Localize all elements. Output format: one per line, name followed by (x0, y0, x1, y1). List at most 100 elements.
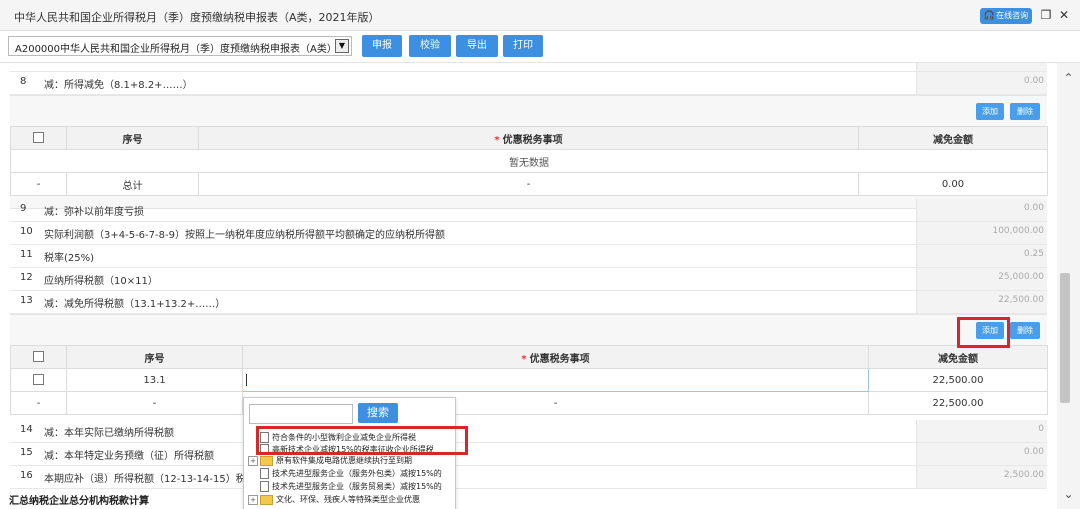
row-label: 减：减免所得税额（13.1+13.2+……） (44, 299, 226, 310)
table-row: 13.1 22,500.00 (10, 368, 1048, 392)
online-consult-label: 在线咨询 (996, 11, 1029, 20)
row-seq: 13.1 (66, 368, 243, 392)
row-checkbox[interactable] (10, 368, 67, 392)
row-value-text: 0.25 (1023, 249, 1044, 259)
tree-item-service-trade[interactable]: 技术先进型服务企业（服务贸易类）减按15%的 (248, 481, 442, 493)
search-button[interactable]: 搜索 (358, 403, 398, 423)
highlight-add-button (957, 317, 1010, 348)
row-label: 税率(25%) (44, 253, 95, 264)
row-value: 0.25 (916, 245, 1047, 267)
vertical-scrollbar[interactable]: ⌃ ⌄ (1057, 63, 1080, 509)
restore-window-icon[interactable]: ❐ (1040, 8, 1052, 22)
row-number: 8 (20, 76, 27, 87)
row-value-text: 2,500.00 (1003, 470, 1044, 480)
row-label: 减：所得减免（8.1+8.2+……） (44, 80, 193, 91)
row-value-text: 0.00 (1023, 447, 1044, 457)
header-item: * 优惠税务事项 (242, 345, 869, 369)
delete-button[interactable]: 删除 (1010, 322, 1040, 339)
total-item: - (198, 172, 859, 196)
total-mark: - (10, 391, 67, 415)
row-label: 减：本年实际已缴纳所得税额 (44, 428, 174, 439)
row-value: 0.00 (916, 199, 1047, 221)
row-label: 应纳所得税额（10×11） (44, 276, 158, 287)
row-number: 11 (20, 249, 33, 260)
tree-item-special-enterprise[interactable]: + 文化、环保、残疾人等特殊类型企业优惠 (248, 494, 420, 506)
header-amount: 减免金额 (858, 126, 1048, 150)
header-item-label: 优惠税务事项 (502, 134, 563, 146)
select-all-checkbox[interactable] (10, 345, 67, 369)
row-value-text: 0 (1038, 424, 1044, 434)
empty-row: 暂无数据 (10, 149, 1048, 173)
row-label: 实际利润额（3+4-5-6-7-8-9）按照上一纳税年度应纳税所得额平均额确定的… (44, 230, 445, 241)
row-value: 2,500.00 (916, 466, 1047, 488)
tree-item-label: 文化、环保、残疾人等特殊类型企业优惠 (276, 495, 420, 504)
form-row-12: 12 应纳所得税额（10×11） 25,000.00 (10, 268, 1047, 291)
row-number: 14 (20, 424, 33, 435)
row-label: 本期应补（退）所得税额（12-13-14-15）税务 (44, 474, 256, 485)
document-icon (260, 468, 269, 479)
form-type-select-value: A200000中华人民共和国企业所得税月（季）度预缴纳税申报表（A类） (15, 44, 337, 55)
row-8-detail-table: 序号 * 优惠税务事项 减免金额 暂无数据 - 总计 - 0.00 (10, 126, 1048, 196)
tree-item-software-ic[interactable]: + 原有软件集成电路优惠继续执行至到期 (248, 455, 412, 467)
dropdown-search-input[interactable] (249, 404, 353, 424)
row-value (916, 63, 1047, 71)
toolbar: A200000中华人民共和国企业所得税月（季）度预缴纳税申报表（A类） ▼ 申报… (0, 31, 1080, 63)
scroll-up-icon[interactable]: ⌃ (1057, 71, 1080, 85)
highlight-small-micro-item (256, 426, 468, 455)
window-title: 中华人民共和国企业所得税月（季）度预缴纳税申报表（A类，2021年版） (14, 11, 380, 24)
header-seq: 序号 (66, 126, 199, 150)
row-number: 16 (20, 470, 33, 481)
delete-button[interactable]: 删除 (1010, 103, 1040, 120)
scroll-down-icon[interactable]: ⌄ (1057, 487, 1080, 501)
document-icon (260, 481, 269, 492)
row-number: 15 (20, 447, 33, 458)
section-title: 汇总纳税企业总分机构税款计算 (9, 496, 149, 507)
row-value: 100,000.00 (916, 222, 1047, 244)
form-content: 8 减：所得减免（8.1+8.2+……） 0.00 添加 删除 序号 * 优惠税务… (0, 63, 1057, 509)
form-row-8: 8 减：所得减免（8.1+8.2+……） 0.00 (10, 72, 1047, 95)
form-type-select[interactable]: A200000中华人民共和国企业所得税月（季）度预缴纳税申报表（A类） ▼ (8, 36, 352, 56)
folder-icon (260, 494, 273, 505)
total-row: - - - 22,500.00 (10, 391, 1048, 415)
row-13-detail-table: 序号 * 优惠税务事项 减免金额 13.1 22,500.00 - - - 22,… (10, 345, 1048, 415)
form-row-13: 13 减：减免所得税额（13.1+13.2+……） 22,500.00 (10, 291, 1047, 314)
declare-button[interactable]: 申报 (362, 35, 402, 57)
tree-item-label: 原有软件集成电路优惠继续执行至到期 (276, 456, 412, 465)
add-button[interactable]: 添加 (976, 103, 1004, 120)
scrollbar-thumb[interactable] (1060, 273, 1070, 403)
header-amount: 减免金额 (868, 345, 1048, 369)
header-seq: 序号 (66, 345, 243, 369)
total-label: 总计 (66, 172, 199, 196)
total-seq: - (66, 391, 243, 415)
online-consult-button[interactable]: 🎧在线咨询 (980, 8, 1032, 24)
expand-icon[interactable]: + (248, 494, 258, 505)
form-row-10: 10 实际利润额（3+4-5-6-7-8-9）按照上一纳税年度应纳税所得额平均额… (10, 222, 1047, 245)
export-button[interactable]: 导出 (456, 35, 498, 57)
folder-icon (260, 455, 273, 466)
tree-item-label: 技术先进型服务企业（服务贸易类）减按15%的 (272, 482, 442, 491)
row-value: 0.00 (916, 72, 1047, 94)
item-select-input[interactable] (242, 368, 869, 392)
row-number: 9 (20, 203, 27, 214)
form-row-partial (10, 63, 1047, 72)
row-label: 减：本年特定业务预缴（征）所得税额 (44, 451, 214, 462)
tree-item-outsourcing[interactable]: 技术先进型服务企业（服务外包类）减按15%的 (248, 468, 442, 480)
select-all-checkbox[interactable] (10, 126, 67, 150)
form-row-9: 9 减：弥补以前年度亏损 0.00 (10, 199, 1047, 222)
form-row-14: 14 减：本年实际已缴纳所得税额 0 (10, 420, 1047, 443)
row-value: 0.00 (916, 443, 1047, 465)
close-icon[interactable]: ✕ (1058, 8, 1070, 22)
row-amount: 22,500.00 (868, 368, 1048, 392)
header-item: * 优惠税务事项 (198, 126, 859, 150)
row-value: 25,000.00 (916, 268, 1047, 290)
table-header-row: 序号 * 优惠税务事项 减免金额 (10, 345, 1048, 369)
table-header-row: 序号 * 优惠税务事项 减免金额 (10, 126, 1048, 150)
total-row: - 总计 - 0.00 (10, 172, 1048, 196)
header-item-label: 优惠税务事项 (529, 353, 590, 365)
validate-button[interactable]: 校验 (409, 35, 451, 57)
expand-icon[interactable]: + (248, 455, 258, 466)
print-button[interactable]: 打印 (503, 35, 543, 57)
text-caret (246, 374, 247, 386)
tree-item-label: 技术先进型服务企业（服务外包类）减按15%的 (272, 469, 442, 478)
chevron-down-icon[interactable]: ▼ (335, 39, 349, 53)
